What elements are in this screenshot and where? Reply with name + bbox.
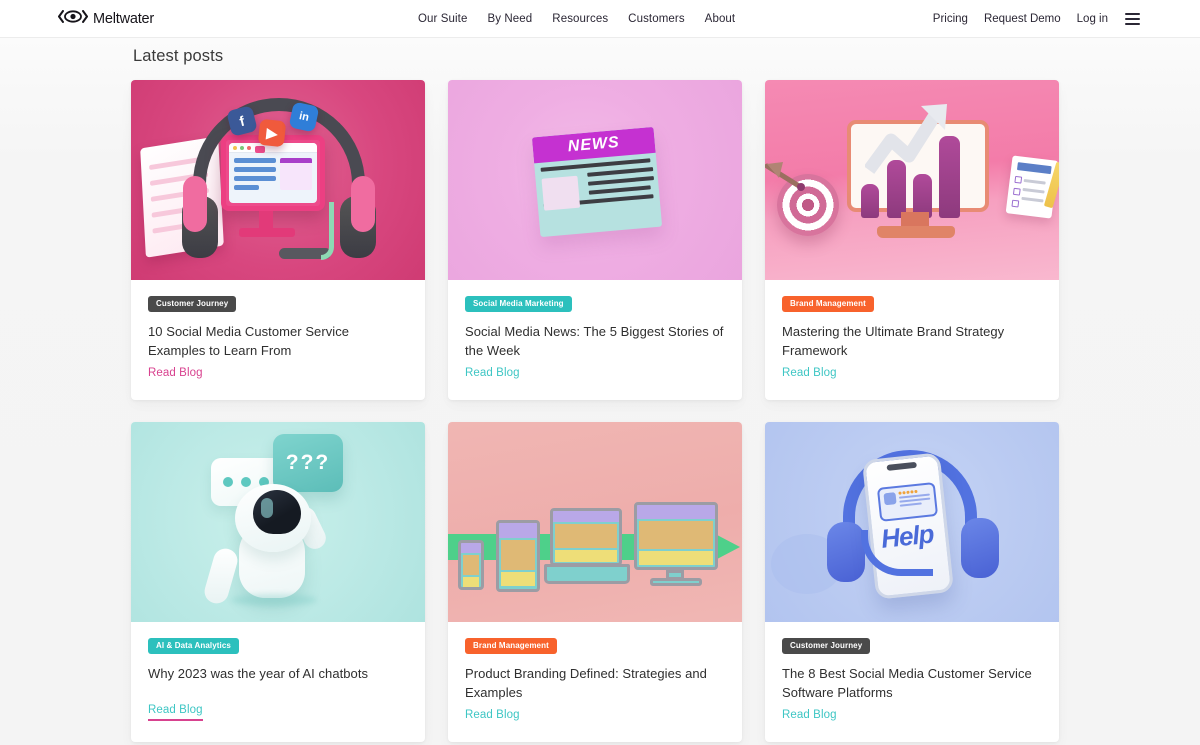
category-badge[interactable]: Social Media Marketing <box>465 296 572 312</box>
meltwater-eye-logo-icon <box>58 9 88 28</box>
decorative-headset-cup-left <box>827 522 865 582</box>
post-card[interactable]: f ▶ in Customer Journey 10 Social Media … <box>131 80 425 400</box>
decorative-monitor-stand <box>259 211 273 229</box>
decorative-robot-visor <box>253 490 301 534</box>
post-card[interactable]: NEWS Social Media Marketing Social Media… <box>448 80 742 400</box>
device-phone <box>458 540 484 590</box>
decorative-monitor-base <box>877 226 955 238</box>
device-laptop-keyboard <box>544 564 630 584</box>
nav-item-customers[interactable]: Customers <box>628 13 705 25</box>
decorative-monitor <box>221 135 325 211</box>
device-monitor <box>634 502 718 570</box>
read-blog-link[interactable]: Read Blog <box>148 704 203 721</box>
category-badge[interactable]: AI & Data Analytics <box>148 638 239 654</box>
category-badge[interactable]: Brand Management <box>782 296 874 312</box>
device-tablet <box>496 520 540 592</box>
nav-item-log-in[interactable]: Log in <box>1077 13 1108 25</box>
nav-item-pricing[interactable]: Pricing <box>933 13 968 25</box>
question-bubble: ??? <box>273 434 343 492</box>
post-card[interactable]: Brand Management Product Branding Define… <box>448 422 742 742</box>
post-title: Product Branding Defined: Strategies and… <box>465 666 707 700</box>
category-badge[interactable]: Brand Management <box>465 638 557 654</box>
post-thumbnail <box>448 422 742 622</box>
dart-icon <box>765 162 805 191</box>
chart-bar-4 <box>939 136 960 218</box>
read-blog-link[interactable]: Read Blog <box>465 709 520 721</box>
post-title: Mastering the Ultimate Brand Strategy Fr… <box>782 324 1005 358</box>
post-card[interactable]: ??? AI & Data Analytics Why 2023 was the… <box>131 422 425 742</box>
post-title: The 8 Best Social Media Customer Service… <box>782 666 1032 700</box>
latest-posts-grid: f ▶ in Customer Journey 10 Social Media … <box>131 80 1065 742</box>
decorative-headset-cup-right <box>961 518 999 578</box>
main-navigation: Our Suite By Need Resources Customers Ab… <box>418 13 735 25</box>
read-blog-link[interactable]: Read Blog <box>148 367 203 379</box>
decorative-headset-cup-right <box>351 176 375 232</box>
post-title: Why 2023 was the year of AI chatbots <box>148 666 369 681</box>
category-badge[interactable]: Customer Journey <box>782 638 871 654</box>
post-thumbnail: NEWS <box>448 80 742 280</box>
decorative-newspaper: NEWS <box>531 126 663 238</box>
post-title: 10 Social Media Customer Service Example… <box>148 324 350 358</box>
hamburger-menu-icon[interactable] <box>1125 12 1140 25</box>
read-blog-link[interactable]: Read Blog <box>782 709 837 721</box>
post-card[interactable]: Help Customer Journey The 8 Best Social … <box>765 422 1059 742</box>
nav-item-resources[interactable]: Resources <box>552 13 628 25</box>
page-content: Latest posts f ▶ in Customer Journey 10 … <box>0 38 1200 745</box>
decorative-monitor-base <box>239 228 295 237</box>
nav-item-our-suite[interactable]: Our Suite <box>418 13 487 25</box>
read-blog-link[interactable]: Read Blog <box>782 367 837 379</box>
post-card[interactable]: Brand Management Mastering the Ultimate … <box>765 80 1059 400</box>
post-title: Social Media News: The 5 Biggest Stories… <box>465 324 724 358</box>
chart-bar-2 <box>887 160 906 218</box>
newspaper-masthead: NEWS <box>567 133 621 156</box>
post-thumbnail <box>765 80 1059 280</box>
brand-logo-link[interactable]: Meltwater <box>58 9 155 28</box>
utility-navigation: Pricing Request Demo Log in <box>917 12 1140 25</box>
site-header: Meltwater Our Suite By Need Resources Cu… <box>0 0 1200 38</box>
post-thumbnail: Help <box>765 422 1059 622</box>
category-badge[interactable]: Customer Journey <box>148 296 237 312</box>
decorative-headset-cup-left <box>183 176 207 232</box>
decorative-mic-boom <box>321 202 334 260</box>
read-blog-link[interactable]: Read Blog <box>465 367 520 379</box>
page-title: Latest posts <box>133 47 224 65</box>
decorative-smartphone: Help <box>861 452 955 600</box>
nav-item-by-need[interactable]: By Need <box>487 13 552 25</box>
chat-bubble-icon <box>876 481 939 522</box>
chart-bar-1 <box>861 184 879 218</box>
nav-item-about[interactable]: About <box>705 13 736 25</box>
post-thumbnail: ??? <box>131 422 425 622</box>
decorative-monitor-stand <box>901 212 929 226</box>
decorative-shadow <box>231 594 317 606</box>
youtube-icon: ▶ <box>257 118 287 148</box>
device-laptop-screen <box>550 508 622 566</box>
nav-item-request-demo[interactable]: Request Demo <box>984 13 1061 25</box>
question-marks: ??? <box>285 451 331 474</box>
post-thumbnail: f ▶ in <box>131 80 425 280</box>
brand-name: Meltwater <box>93 10 155 27</box>
decorative-mic-boom <box>861 530 933 576</box>
device-monitor-base <box>650 578 702 586</box>
